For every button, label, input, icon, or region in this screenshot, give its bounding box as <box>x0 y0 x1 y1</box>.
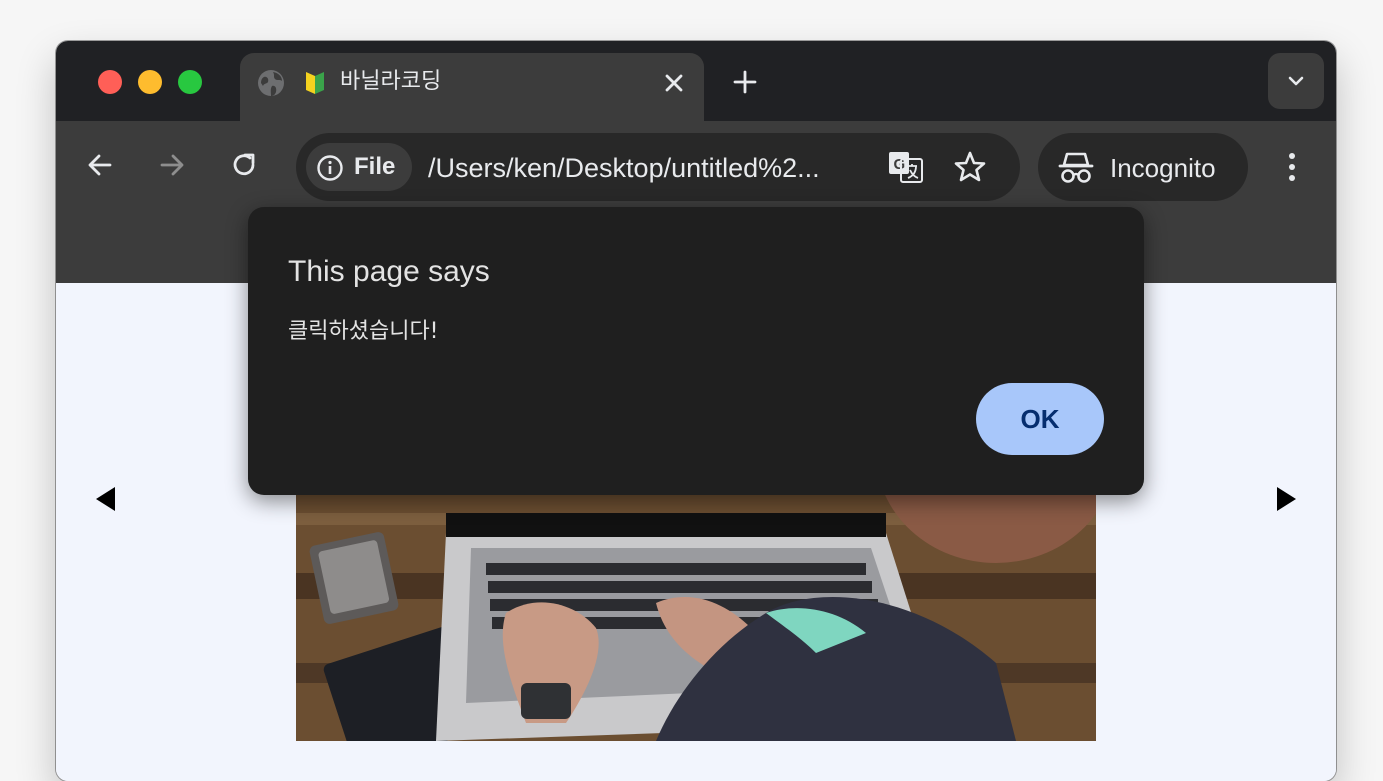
alert-dialog: This page says 클릭하셨습니다! OK <box>248 207 1144 495</box>
reload-icon[interactable] <box>226 147 262 183</box>
browser-tab[interactable]: 바닐라코딩 <box>240 53 704 121</box>
info-icon <box>317 155 343 181</box>
beginner-leaf-icon <box>306 72 324 94</box>
address-bar[interactable]: File /Users/ken/Desktop/untitled%2... G <box>296 133 1020 201</box>
window-close-button[interactable] <box>98 70 122 94</box>
globe-icon <box>258 70 284 96</box>
close-icon[interactable] <box>660 69 688 97</box>
bookmark-star-icon[interactable] <box>952 149 988 185</box>
incognito-label: Incognito <box>1110 153 1216 183</box>
tab-strip: 바닐라코딩 <box>56 41 1336 121</box>
more-menu-icon[interactable] <box>1278 149 1306 185</box>
new-tab-plus-icon[interactable] <box>730 67 760 97</box>
window-maximize-button[interactable] <box>178 70 202 94</box>
window-minimize-button[interactable] <box>138 70 162 94</box>
dialog-title: This page says <box>288 255 490 288</box>
chevron-down-icon <box>1288 76 1304 86</box>
incognito-icon <box>1058 152 1094 183</box>
slider-next-arrow-icon[interactable] <box>1274 485 1298 513</box>
site-info-chip[interactable]: File <box>306 143 412 191</box>
incognito-profile-button[interactable]: Incognito <box>1038 133 1248 201</box>
tab-search-button[interactable] <box>1268 53 1324 109</box>
url-text[interactable]: /Users/ken/Desktop/untitled%2... <box>428 153 820 183</box>
site-chip-label: File <box>354 153 396 180</box>
forward-arrow-icon[interactable] <box>154 147 190 183</box>
back-arrow-icon[interactable] <box>82 147 118 183</box>
ok-button[interactable]: OK <box>976 383 1104 455</box>
slider-prev-arrow-icon[interactable] <box>94 485 118 513</box>
dialog-message: 클릭하셨습니다! <box>288 319 439 344</box>
tab-title: 바닐라코딩 <box>340 69 442 94</box>
translate-icon[interactable]: G <box>886 149 926 185</box>
